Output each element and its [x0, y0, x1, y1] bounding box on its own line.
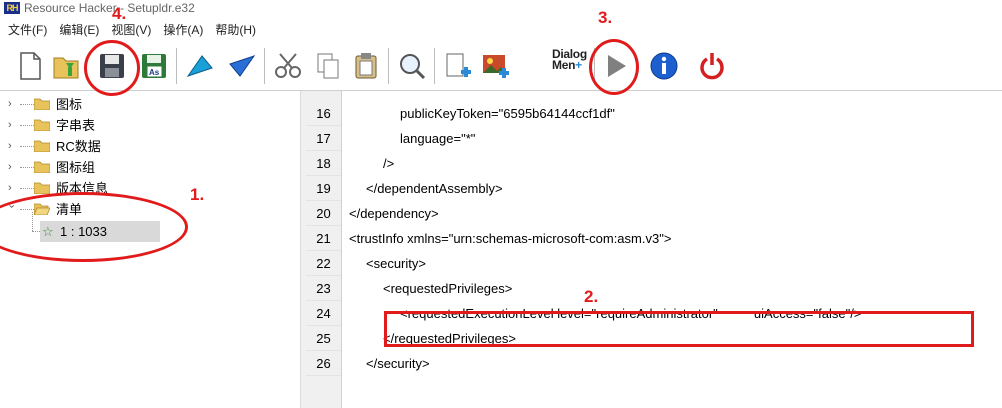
tree-connector: [20, 125, 34, 126]
line-number: 19: [306, 176, 341, 201]
cut-icon[interactable]: [272, 50, 304, 82]
tree-connector: [20, 188, 34, 189]
line-number: 20: [306, 201, 341, 226]
line-number: 17: [306, 126, 341, 151]
toolbar-separator: [264, 48, 265, 84]
svg-text:As: As: [149, 68, 160, 77]
chevron-right-icon[interactable]: ›: [8, 115, 18, 136]
toolbar-separator: [434, 48, 435, 84]
open-folder-icon[interactable]: [50, 50, 82, 82]
line-number: 22: [306, 251, 341, 276]
annotation-label-1: 1.: [190, 185, 205, 204]
code-line[interactable]: </dependentAssembly>: [366, 176, 503, 201]
folder-icon: [34, 98, 50, 110]
folder-icon: [34, 140, 50, 152]
new-file-icon[interactable]: [14, 50, 46, 82]
toolbar-separator: [176, 48, 177, 84]
menu-edit[interactable]: 编辑(E): [53, 20, 105, 40]
paste-icon[interactable]: [350, 50, 382, 82]
code-line[interactable]: <requestedPrivileges>: [383, 276, 512, 301]
tree-item-icons[interactable]: › 图标: [0, 94, 200, 115]
annotation-box-2: [384, 311, 974, 347]
code-line[interactable]: <trustInfo xmlns="urn:schemas-microsoft-…: [349, 226, 671, 251]
tree-connector: [20, 104, 34, 105]
line-number: 21: [306, 226, 341, 251]
search-icon[interactable]: [396, 50, 428, 82]
folder-icon: [34, 161, 50, 173]
folder-icon: [34, 119, 50, 131]
code-line[interactable]: />: [383, 151, 394, 176]
annotation-label-4: 4.: [112, 4, 127, 23]
window-title: Resource Hacker - Setupldr.e32: [24, 1, 195, 15]
toolbar-separator: [388, 48, 389, 84]
chevron-right-icon[interactable]: ›: [8, 94, 18, 115]
save-as-icon[interactable]: As: [138, 50, 170, 82]
tree-connector: [20, 146, 34, 147]
tree-item-rcdata[interactable]: › RC数据: [0, 136, 200, 157]
arrow-up-left-icon[interactable]: [184, 50, 216, 82]
menu-help[interactable]: 帮助(H): [209, 20, 262, 40]
annotation-label-3: 3.: [598, 8, 613, 27]
chevron-right-icon[interactable]: ›: [8, 178, 18, 199]
code-line[interactable]: </security>: [366, 351, 430, 376]
annotation-circle-3: [589, 39, 639, 95]
add-image-icon[interactable]: [480, 50, 512, 82]
line-number: 18: [306, 151, 341, 176]
power-icon[interactable]: [696, 50, 728, 82]
add-resource-icon[interactable]: [442, 50, 474, 82]
menu-file[interactable]: 文件(F): [0, 20, 53, 40]
tree-item-label: 图标: [56, 97, 83, 112]
tree-item-label: 图标组: [56, 160, 96, 175]
tree-connector: [20, 167, 34, 168]
line-number: 23: [306, 276, 341, 301]
tree-item-string-table[interactable]: › 字串表: [0, 115, 200, 136]
folder-icon: [34, 182, 50, 194]
chevron-right-icon[interactable]: ›: [8, 157, 18, 178]
annotation-circle-4: [84, 40, 140, 96]
tree-item-icon-group[interactable]: › 图标组: [0, 157, 200, 178]
title-bar: RH Resource Hacker - Setupldr.e32: [0, 0, 1002, 18]
line-number: 25: [306, 326, 341, 351]
app-logo: RH: [4, 2, 20, 14]
line-number: 16: [306, 101, 341, 126]
code-line[interactable]: <security>: [366, 251, 426, 276]
tree-item-label: RC数据: [56, 139, 101, 154]
dialog-menu-label[interactable]: Dialog Men+: [552, 48, 587, 71]
code-line[interactable]: language="*": [400, 126, 475, 151]
copy-icon[interactable]: [312, 50, 344, 82]
chevron-right-icon[interactable]: ›: [8, 136, 18, 157]
menu-action[interactable]: 操作(A): [157, 20, 209, 40]
toolbar: As Dialog Men+: [0, 40, 1002, 91]
code-line[interactable]: publicKeyToken="6595b64144ccf1df": [400, 101, 615, 126]
annotation-label-2: 2.: [584, 287, 599, 306]
tree-item-label: 字串表: [56, 118, 96, 133]
arrow-down-left-icon[interactable]: [226, 50, 258, 82]
line-number: 24: [306, 301, 341, 326]
info-icon[interactable]: [648, 50, 680, 82]
code-line[interactable]: </dependency>: [349, 201, 439, 226]
line-number: 26: [306, 351, 341, 376]
menu-bar: 文件(F) 编辑(E) 视图(V) 操作(A) 帮助(H): [0, 20, 262, 40]
